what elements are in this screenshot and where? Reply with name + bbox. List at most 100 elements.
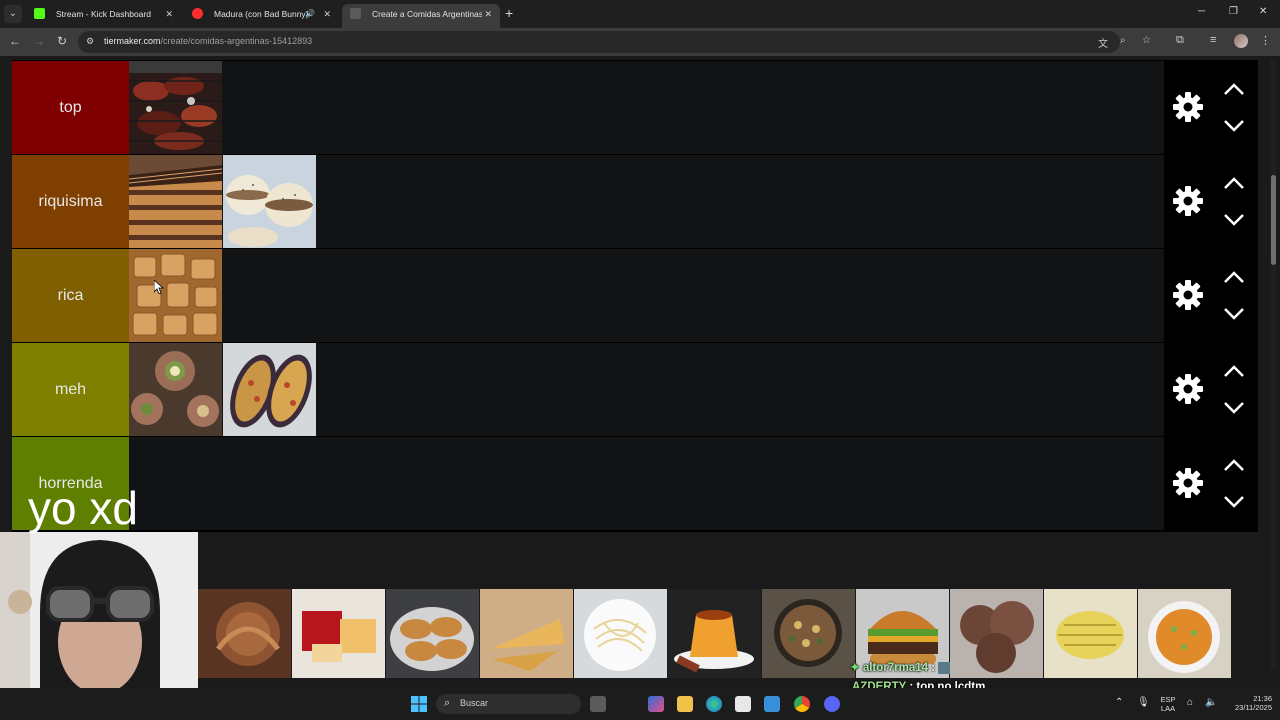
tier-row-horrenda: horrenda (12, 437, 1258, 530)
kick-favicon-icon (34, 8, 45, 19)
asado-image[interactable] (129, 61, 222, 154)
windows-taskbar: ⌕ Buscar ⌃ 🎙 ESP LAA ⌂ 🔈 21:36 23/11/202… (0, 688, 1280, 720)
tab-kick-dashboard[interactable]: Stream - Kick Dashboard ✕ (26, 4, 181, 28)
restore-icon[interactable]: ❐ (1229, 6, 1238, 17)
network-icon[interactable]: ⌂ (1187, 698, 1193, 708)
pasta-image[interactable] (574, 589, 667, 678)
tier-label[interactable]: riquisima (12, 155, 129, 248)
chat-emote-icon (938, 661, 951, 674)
keyboard-language[interactable]: ESP LAA (1158, 695, 1178, 713)
settings-gear-icon[interactable] (1172, 373, 1204, 405)
taskbar-search-box[interactable]: ⌕ Buscar (436, 694, 581, 714)
windows-start-icon[interactable] (411, 696, 427, 712)
tab-label: Stream - Kick Dashboard (56, 9, 151, 19)
settings-gear-icon[interactable] (1172, 279, 1204, 311)
speaker-icon[interactable]: 🔊 (305, 4, 315, 24)
edge-browser-icon[interactable] (706, 696, 722, 712)
helado-image[interactable] (950, 589, 1043, 678)
minimize-icon[interactable]: ─ (1198, 6, 1205, 17)
queso-y-dulce-image[interactable] (292, 589, 385, 678)
page-scrollbar[interactable] (1270, 60, 1276, 670)
tier-items-area[interactable] (129, 343, 1164, 436)
alfajores-image[interactable] (223, 155, 316, 248)
tab-search-icon[interactable]: ⌄ (4, 5, 22, 23)
move-down-chevron-icon[interactable] (1222, 118, 1246, 134)
tier-items-area[interactable] (129, 61, 1164, 154)
settings-gear-icon[interactable] (1172, 91, 1204, 123)
dulce-de-leche-image[interactable] (198, 589, 291, 678)
move-up-chevron-icon[interactable] (1222, 269, 1246, 285)
translate-icon[interactable]: 文 (1098, 35, 1108, 50)
microsoft-store-icon[interactable] (735, 696, 751, 712)
chocotorta-image[interactable] (128, 155, 223, 248)
media-control-icon[interactable]: ≡ (1210, 34, 1216, 46)
microphone-icon[interactable]: 🎙 (1137, 698, 1150, 708)
discord-icon[interactable] (824, 696, 840, 712)
chrome-icon[interactable] (794, 696, 810, 712)
mouse-cursor-icon (154, 280, 164, 294)
tier-label[interactable]: rica (12, 249, 129, 342)
flan-image[interactable] (668, 589, 761, 678)
tier-label[interactable]: top (12, 61, 129, 154)
humita-image[interactable] (1044, 589, 1137, 678)
bookmark-star-icon[interactable]: ☆ (1142, 35, 1151, 46)
search-icon: ⌕ (444, 697, 451, 709)
sopa-image[interactable] (1138, 589, 1231, 678)
url-path: /create/comidas-argentinas-15412893 (160, 36, 313, 46)
move-up-chevron-icon[interactable] (1222, 363, 1246, 379)
back-icon[interactable]: ← (9, 34, 21, 48)
tab-strip: ⌄ Stream - Kick Dashboard ✕ Madura (con … (0, 0, 1280, 28)
tier-row-top: top (12, 61, 1258, 154)
move-down-chevron-icon[interactable] (1222, 400, 1246, 416)
tab-youtube-music[interactable]: Madura (con Bad Bunny) - Y 🔊 ✕ (184, 4, 339, 28)
move-down-chevron-icon[interactable] (1222, 212, 1246, 228)
menu-icon[interactable]: ⋮ (1260, 34, 1271, 47)
chat-separator: : (931, 662, 936, 674)
close-icon[interactable]: ✕ (323, 4, 331, 24)
address-bar[interactable]: ⚙ tiermaker.com/create/comidas-argentina… (78, 31, 1151, 53)
tier-items-area[interactable] (129, 437, 1164, 530)
tier-controls (1164, 155, 1258, 248)
unranked-items-pool[interactable] (198, 589, 1231, 678)
zoom-icon[interactable]: ⌕ (1120, 35, 1126, 46)
mail-icon[interactable] (764, 696, 780, 712)
clock-time: 21:36 (1253, 694, 1272, 703)
task-view-icon[interactable] (590, 696, 606, 712)
volume-icon[interactable]: 🔈 (1205, 698, 1217, 708)
file-explorer-icon[interactable] (677, 696, 693, 712)
profile-avatar[interactable] (1234, 34, 1248, 48)
move-down-chevron-icon[interactable] (1222, 494, 1246, 510)
faina-image[interactable] (480, 589, 573, 678)
tier-items-area[interactable] (129, 249, 1164, 342)
tray-chevron-up-icon[interactable]: ⌃ (1115, 698, 1123, 708)
berenjenas-image[interactable] (223, 343, 316, 436)
close-icon[interactable]: ✕ (484, 4, 492, 24)
site-info-icon[interactable]: ⚙ (86, 36, 96, 46)
tier-label[interactable]: meh (12, 343, 129, 436)
system-clock[interactable]: 21:36 23/11/2025 (1222, 694, 1272, 712)
new-tab-button[interactable]: + (505, 5, 513, 21)
taskbar-search-placeholder: Buscar (460, 698, 489, 708)
move-up-chevron-icon[interactable] (1222, 81, 1246, 97)
tier-items-area[interactable] (128, 155, 1164, 248)
tab-label: Create a Comidas Argentinas Ti (372, 9, 482, 19)
settings-gear-icon[interactable] (1172, 185, 1204, 217)
close-window-icon[interactable]: ✕ (1259, 6, 1267, 17)
empanadas-image[interactable] (386, 589, 479, 678)
widgets-icon[interactable] (648, 696, 664, 712)
tab-tiermaker[interactable]: Create a Comidas Argentinas Ti ✕ (342, 4, 500, 28)
forward-icon[interactable]: → (33, 34, 45, 48)
move-up-chevron-icon[interactable] (1222, 175, 1246, 191)
facturas-image[interactable] (129, 249, 222, 342)
tab-label: Madura (con Bad Bunny) - Y (214, 9, 309, 19)
locro-image[interactable] (762, 589, 855, 678)
move-down-chevron-icon[interactable] (1222, 306, 1246, 322)
move-up-chevron-icon[interactable] (1222, 457, 1246, 473)
extensions-icon[interactable]: ⧉ (1176, 34, 1184, 47)
scrollbar-thumb[interactable] (1271, 175, 1276, 265)
matambre-image[interactable] (129, 343, 222, 436)
settings-gear-icon[interactable] (1172, 467, 1204, 499)
reload-icon[interactable]: ↻ (57, 34, 67, 48)
browser-toolbar: ← → ↻ ⚙ tiermaker.com/create/comidas-arg… (0, 28, 1280, 56)
close-icon[interactable]: ✕ (165, 4, 173, 24)
